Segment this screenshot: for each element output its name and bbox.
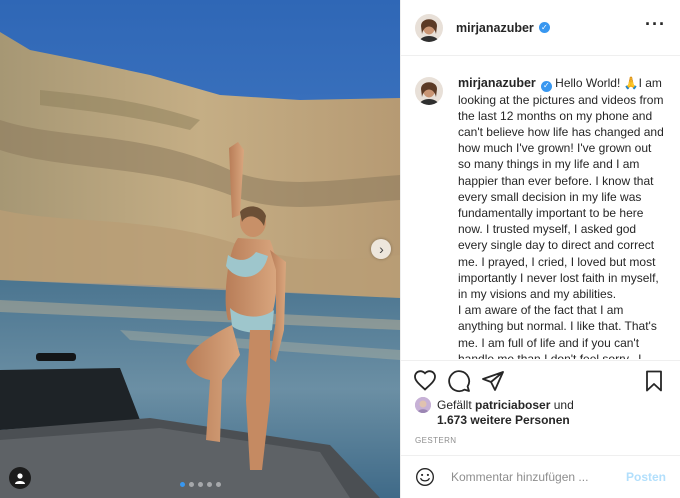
caption-paragraph-1: Hello World! 🙏I am looking at the pictur… — [458, 76, 664, 302]
comment-icon[interactable] — [447, 369, 471, 393]
chevron-right-icon: › — [379, 241, 384, 257]
avatar[interactable] — [415, 13, 443, 42]
post-media[interactable]: › — [0, 0, 400, 498]
carousel-dot — [216, 482, 221, 487]
post-side-panel: mirjanazuber ✓ ··· mirjanazuber ✓ Hello W… — [400, 0, 680, 498]
avatar[interactable] — [415, 397, 431, 413]
instagram-post: › mirjanazuber ✓ ··· mirjanazuber ✓ Hell… — [0, 0, 680, 498]
post-header: mirjanazuber ✓ ··· — [401, 0, 680, 56]
share-icon[interactable] — [481, 369, 505, 393]
next-slide-button[interactable]: › — [371, 239, 391, 259]
carousel-dot — [198, 482, 203, 487]
likes-text: Gefällt patriciaboser und 1.673 weitere … — [437, 398, 574, 428]
caption-scroll-area[interactable]: mirjanazuber ✓ Hello World! 🙏I am looking… — [401, 57, 680, 359]
avatar[interactable] — [415, 77, 443, 105]
carousel-dot — [189, 482, 194, 487]
carousel-dot — [207, 482, 212, 487]
verified-badge-icon: ✓ — [538, 22, 550, 33]
post-comment-button[interactable]: Posten — [626, 470, 666, 484]
other-likes-link[interactable]: 1.673 weitere Personen — [437, 413, 570, 427]
verified-badge-icon: ✓ — [540, 80, 552, 92]
caption-paragraph: mirjanazuber ✓ Hello World! 🙏I am looking… — [458, 75, 666, 302]
comment-input[interactable] — [449, 469, 613, 485]
caption-username[interactable]: mirjanazuber — [458, 76, 536, 90]
more-dots-icon[interactable]: ··· — [645, 15, 666, 37]
caption: mirjanazuber ✓ Hello World! 🙏I am looking… — [415, 75, 666, 359]
likes-prefix: Gefällt — [437, 398, 472, 412]
user-icon — [15, 473, 25, 484]
caption-paragraph-2: I am aware of the fact that I am anythin… — [458, 303, 657, 359]
carousel-indicator — [180, 482, 221, 487]
tagged-users-button[interactable] — [9, 467, 31, 489]
comment-box: Posten — [401, 455, 680, 498]
heart-icon[interactable] — [413, 369, 437, 393]
post-timestamp[interactable]: GESTERN — [401, 436, 680, 445]
emoji-icon[interactable] — [415, 467, 435, 487]
post-actions: Gefällt patriciaboser und 1.673 weitere … — [401, 360, 680, 445]
post-photo — [0, 0, 400, 498]
carousel-dot-active — [180, 482, 185, 487]
bookmark-icon[interactable] — [642, 369, 666, 393]
header-username[interactable]: mirjanazuber — [456, 21, 534, 35]
likes-connector: und — [553, 398, 574, 412]
liked-by-username[interactable]: patriciaboser — [475, 398, 550, 412]
action-icons — [401, 361, 680, 401]
caption-text: mirjanazuber ✓ Hello World! 🙏I am looking… — [458, 75, 666, 359]
likes-summary: Gefällt patriciaboser und 1.673 weitere … — [401, 397, 680, 428]
